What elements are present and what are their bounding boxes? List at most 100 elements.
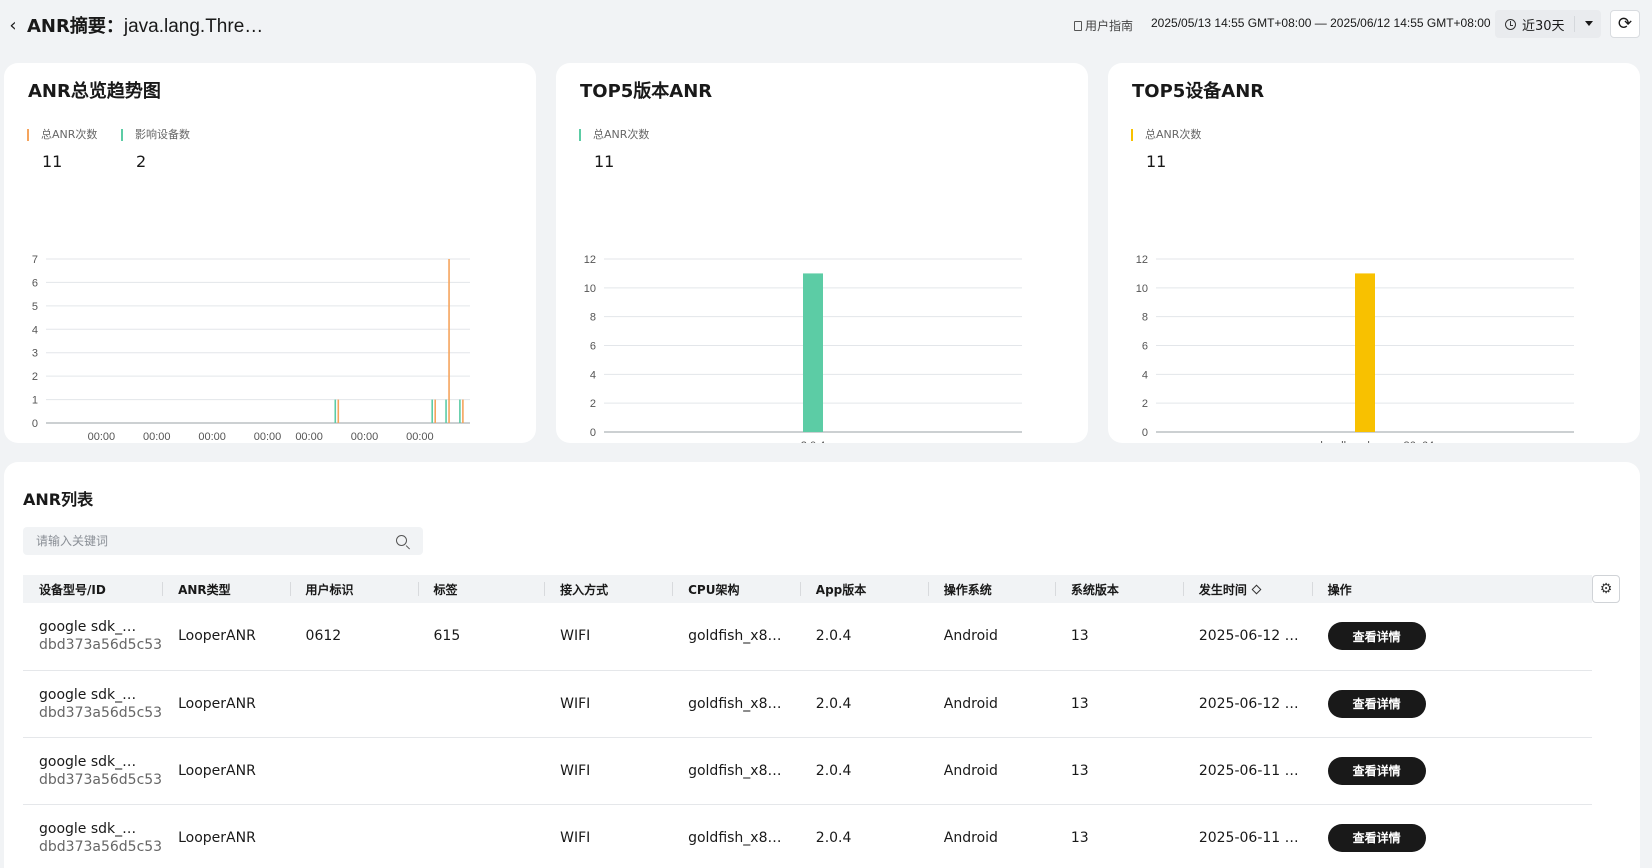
cell-tag <box>417 804 545 868</box>
col-cpu: CPU架构 <box>672 575 800 603</box>
time-range-select[interactable]: 近30天 <box>1495 10 1601 38</box>
y-tick-label: 6 <box>590 341 596 353</box>
y-tick-label: 4 <box>32 324 38 336</box>
table-row: google sdk_… dbd373a56d5c53 LooperANR WIFI g… <box>23 737 1592 805</box>
table-row: google sdk_… dbd373a56d5c53 LooperANR WIFI g… <box>23 670 1592 738</box>
cell-device: google sdk_… dbd373a56d5c53 <box>23 737 163 805</box>
page-title: ANR摘要：java.lang.Thre… <box>27 12 263 38</box>
cell-os: Android <box>927 804 1055 868</box>
view-details-button[interactable]: 查看详情 <box>1327 622 1426 651</box>
y-tick-label: 2 <box>32 371 38 383</box>
device-id: dbd373a56d5c53 <box>39 838 163 855</box>
cell-time: 2025-06-12 … <box>1182 603 1312 671</box>
cell-action: 查看详情 <box>1311 670 1592 738</box>
x-category-label: google sdk_gphone_x86_64 <box>1296 440 1434 443</box>
trend-card: ANR总览趋势图 总ANR次数 11 影响设备数 2 0 1 2 3 4 5 6 7 00:00… <box>4 63 536 443</box>
y-tick-label: 7 <box>32 254 38 266</box>
refresh-button[interactable]: ⟳ <box>1610 10 1640 38</box>
refresh-icon: ⟳ <box>1617 14 1633 34</box>
cell-tag: 615 <box>417 603 545 671</box>
y-tick-label: 6 <box>32 277 38 289</box>
caret-down-icon[interactable] <box>1585 21 1593 26</box>
cell-cpu-arch: goldfish_x8… <box>672 804 800 868</box>
document-icon <box>1074 20 1082 31</box>
user-guide-link[interactable]: 用户指南 <box>1074 17 1133 34</box>
cell-user-id <box>289 670 418 738</box>
device-id: dbd373a56d5c53 <box>39 704 163 721</box>
device-model: google sdk_… <box>39 686 137 703</box>
cell-time: 2025-06-12 … <box>1182 670 1312 738</box>
device-chart: 0 2 4 6 8 10 12 google sdk_gphone_x86_64 <box>1136 254 1574 443</box>
device-id: dbd373a56d5c53 <box>39 771 163 788</box>
view-details-button[interactable]: 查看详情 <box>1327 756 1426 785</box>
col-action: 操作 <box>1311 575 1592 603</box>
time-range-label: 近30天 <box>1522 18 1565 34</box>
cell-anr-type: LooperANR <box>162 670 290 738</box>
cell-device: google sdk_… dbd373a56d5c53 <box>23 603 163 671</box>
y-tick-label: 4 <box>590 369 596 381</box>
user-guide-label: 用户指南 <box>1085 19 1134 33</box>
cell-action: 查看详情 <box>1311 804 1592 868</box>
bar <box>803 273 823 432</box>
y-tick-label: 10 <box>1136 283 1148 295</box>
device-model: google sdk_… <box>39 820 137 837</box>
y-tick-label: 0 <box>590 427 596 439</box>
x-tick-time-label: 00:00 <box>351 431 379 443</box>
y-tick-label: 3 <box>32 348 38 360</box>
clock-icon <box>1505 18 1516 30</box>
anr-table: 设备型号/ID ANR类型 用户标识 标签 接入方式 CPU架构 App版本 操… <box>23 575 1592 868</box>
col-network: 接入方式 <box>544 575 672 603</box>
y-tick-label: 2 <box>590 398 596 410</box>
date-range-text: 2025/05/13 14:55 GMT+08:00 — 2025/06/12 … <box>1151 16 1491 30</box>
y-tick-label: 4 <box>1142 369 1148 381</box>
back-chevron-icon[interactable]: ‹ <box>4 12 22 38</box>
page-title-exception: java.lang.Thre… <box>123 16 264 37</box>
cell-network: WIFI <box>544 737 673 805</box>
cell-cpu-arch: goldfish_x8… <box>672 603 800 671</box>
device-model: google sdk_… <box>39 753 137 770</box>
cell-user-id: 0612 <box>289 603 418 671</box>
select-divider <box>1574 16 1575 32</box>
cell-app-version: 2.0.4 <box>799 737 928 805</box>
cell-os-version: 13 <box>1054 737 1183 805</box>
col-device: 设备型号/ID <box>39 582 106 597</box>
x-tick-time-label: 00:00 <box>295 431 323 443</box>
y-tick-label: 12 <box>584 254 596 266</box>
view-details-button[interactable]: 查看详情 <box>1327 689 1426 718</box>
cell-os: Android <box>927 737 1055 805</box>
cell-os: Android <box>927 670 1055 738</box>
cell-user-id <box>289 737 418 805</box>
col-user-id: 用户标识 <box>289 575 418 603</box>
col-time[interactable]: 发生时间 <box>1182 575 1312 603</box>
col-os: 操作系统 <box>927 575 1055 603</box>
y-tick-label: 0 <box>32 418 38 430</box>
sort-icon[interactable] <box>1251 584 1262 594</box>
x-tick-time-label: 00:00 <box>198 431 226 443</box>
table-row: google sdk_… dbd373a56d5c53 LooperANR WIFI g… <box>23 804 1592 868</box>
cell-anr-type: LooperANR <box>162 804 290 868</box>
cell-tag <box>417 737 545 805</box>
y-tick-label: 0 <box>1142 427 1148 439</box>
cell-os-version: 13 <box>1054 804 1183 868</box>
list-title: ANR列表 <box>23 490 94 509</box>
cell-app-version: 2.0.4 <box>799 804 928 868</box>
col-app-version: App版本 <box>799 575 928 603</box>
cell-anr-type: LooperANR <box>162 603 290 671</box>
cell-tag <box>417 670 545 738</box>
cell-cpu-arch: goldfish_x8… <box>672 737 800 805</box>
cell-device: google sdk_… dbd373a56d5c53 <box>23 804 163 868</box>
bar <box>1355 273 1375 432</box>
view-details-button[interactable]: 查看详情 <box>1327 823 1426 852</box>
device-card: TOP5设备ANR 总ANR次数 11 024681012google sdk_… <box>1108 63 1640 443</box>
device-id: dbd373a56d5c53 <box>39 637 163 654</box>
cell-user-id <box>289 804 418 868</box>
cell-os: Android <box>927 603 1055 671</box>
y-tick-label: 2 <box>1142 398 1148 410</box>
cell-os-version: 13 <box>1054 670 1183 738</box>
col-anr-type: ANR类型 <box>162 575 289 603</box>
column-settings-button[interactable]: ⚙ <box>1592 575 1620 603</box>
cell-network: WIFI <box>544 603 673 671</box>
y-tick-label: 5 <box>32 301 38 313</box>
cell-cpu-arch: goldfish_x8… <box>672 670 800 738</box>
search-input[interactable] <box>23 527 423 555</box>
